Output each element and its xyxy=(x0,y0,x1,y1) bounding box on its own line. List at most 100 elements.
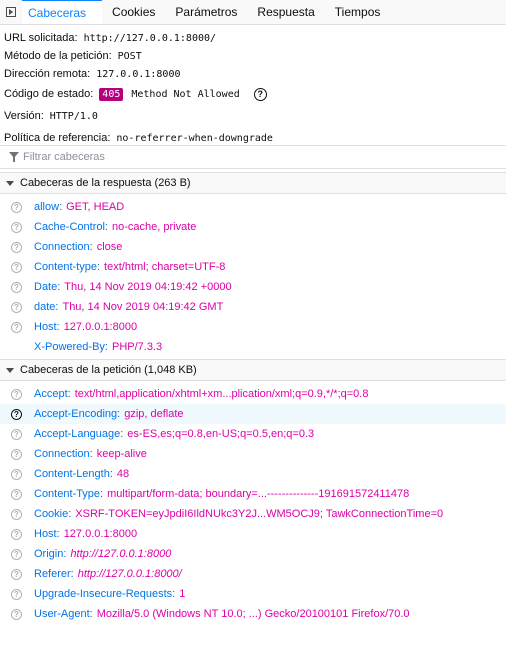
header-value[interactable]: 48 xyxy=(117,468,129,480)
header-name: Connection: xyxy=(34,241,93,253)
response-headers-toggle[interactable]: Cabeceras de la respuesta (263 B) xyxy=(0,172,506,194)
header-row[interactable]: ? Referer: http://127.0.0.1:8000/ xyxy=(0,564,506,584)
help-icon[interactable]: ? xyxy=(11,201,22,213)
header-name: Origin: xyxy=(34,548,67,560)
request-headers-title: Cabeceras de la petición (1,048 KB) xyxy=(20,364,197,376)
remote-address-value[interactable]: 127.0.0.1:8000 xyxy=(96,69,180,80)
remote-address-row: Dirección remota: 127.0.0.1:8000 xyxy=(4,65,502,83)
header-value[interactable]: 127.0.0.1:8000 xyxy=(64,321,137,333)
tab-params[interactable]: Parámetros xyxy=(165,0,247,24)
header-name: Accept-Language: xyxy=(34,428,124,440)
header-name: Cache-Control: xyxy=(34,221,108,233)
referrer-policy-value[interactable]: no-referrer-when-downgrade xyxy=(116,133,273,144)
help-icon[interactable]: ? xyxy=(11,261,22,273)
header-value[interactable]: es-ES,es;q=0.8,en-US;q=0.5,en;q=0.3 xyxy=(127,428,314,440)
help-icon[interactable]: ? xyxy=(11,608,22,620)
tab-cookies[interactable]: Cookies xyxy=(102,0,165,24)
header-name: X-Powered-By: xyxy=(34,341,108,353)
header-row[interactable]: ? Cache-Control: no-cache, private xyxy=(0,217,506,237)
help-icon[interactable]: ? xyxy=(11,241,22,253)
tab-timings[interactable]: Tiempos xyxy=(325,0,391,24)
header-row[interactable]: ? Content-Type: multipart/form-data; bound… xyxy=(0,484,506,504)
response-headers-list: ? allow: GET, HEAD? Cache-Control: no-cache,… xyxy=(0,197,506,357)
help-icon[interactable]: ? xyxy=(11,448,22,460)
help-icon[interactable]: ? xyxy=(11,221,22,233)
help-icon[interactable]: ? xyxy=(11,388,22,400)
toggle-sidebar-button[interactable] xyxy=(0,0,22,24)
header-value[interactable]: keep-alive xyxy=(97,448,147,460)
tab-headers[interactable]: Cabeceras xyxy=(22,0,103,24)
header-row[interactable]: ? Host: 127.0.0.1:8000 xyxy=(0,317,506,337)
header-row[interactable]: ? Upgrade-Insecure-Requests: 1 xyxy=(0,584,506,604)
header-value[interactable]: text/html,application/xhtml+xm...plicati… xyxy=(75,388,369,400)
header-row[interactable]: ? Cookie: XSRF-TOKEN=eyJpdiI6IldNUkc3Y2J..… xyxy=(0,504,506,524)
method-value[interactable]: POST xyxy=(118,51,142,62)
header-row[interactable]: ? date: Thu, 14 Nov 2019 04:19:42 GMT xyxy=(0,297,506,317)
header-value[interactable]: PHP/7.3.3 xyxy=(112,341,162,353)
header-value[interactable]: Thu, 14 Nov 2019 04:19:42 GMT xyxy=(62,301,223,313)
request-summary: URL solicitada: http://127.0.0.1:8000/ M… xyxy=(0,25,506,149)
header-value[interactable]: no-cache, private xyxy=(112,221,196,233)
header-row[interactable]: ? Content-Length: 48 xyxy=(0,464,506,484)
help-icon[interactable]: ? xyxy=(11,568,22,580)
header-name: Upgrade-Insecure-Requests: xyxy=(34,588,176,600)
header-name: allow: xyxy=(34,201,63,213)
header-value[interactable]: http://127.0.0.1:8000/ xyxy=(78,568,182,580)
header-value[interactable]: gzip, deflate xyxy=(124,408,183,420)
header-row[interactable]: ? Connection: keep-alive xyxy=(0,444,506,464)
filter-icon xyxy=(9,152,19,162)
header-value[interactable]: Mozilla/5.0 (Windows NT 10.0; ...) Gecko… xyxy=(97,608,410,620)
header-row[interactable]: ? User-Agent: Mozilla/5.0 (Windows NT 10.0… xyxy=(0,604,506,624)
version-value[interactable]: HTTP/1.0 xyxy=(50,111,98,122)
help-icon[interactable]: ? xyxy=(11,508,22,520)
header-row[interactable]: ? Date: Thu, 14 Nov 2019 04:19:42 +0000 xyxy=(0,277,506,297)
status-help-icon[interactable]: ? xyxy=(253,87,267,101)
help-icon[interactable]: ? xyxy=(11,428,22,440)
expand-triangle-icon xyxy=(6,180,14,186)
help-icon[interactable]: ? xyxy=(11,408,22,420)
method-label: Método de la petición: xyxy=(4,50,112,62)
help-icon[interactable]: ? xyxy=(11,528,22,540)
header-row[interactable]: ? Accept-Encoding: gzip, deflate xyxy=(0,404,506,424)
panel-toggle-icon xyxy=(6,7,16,17)
header-name: User-Agent: xyxy=(34,608,93,620)
header-value[interactable]: multipart/form-data; boundary=...-------… xyxy=(107,488,409,500)
header-row[interactable]: ?X-Powered-By:PHP/7.3.3 xyxy=(0,337,506,357)
help-icon[interactable]: ? xyxy=(11,488,22,500)
help-icon[interactable]: ? xyxy=(11,548,22,560)
help-icon[interactable]: ? xyxy=(11,281,22,293)
header-value[interactable]: text/html; charset=UTF-8 xyxy=(104,261,225,273)
header-value[interactable]: Thu, 14 Nov 2019 04:19:42 +0000 xyxy=(64,281,231,293)
header-row[interactable]: ? allow: GET, HEAD xyxy=(0,197,506,217)
header-name: Content-Length: xyxy=(34,468,113,480)
help-icon[interactable]: ? xyxy=(11,321,22,333)
status-label: Código de estado: xyxy=(4,88,94,100)
status-badge: 405 xyxy=(99,87,124,101)
help-icon[interactable]: ? xyxy=(11,301,22,313)
url-value[interactable]: http://127.0.0.1:8000/ xyxy=(84,33,216,44)
header-row[interactable]: ? Host: 127.0.0.1:8000 xyxy=(0,524,506,544)
header-value[interactable]: close xyxy=(97,241,123,253)
header-row[interactable]: ? Accept-Language: es-ES,es;q=0.8,en-US;q=… xyxy=(0,424,506,444)
filter-bar xyxy=(0,145,506,169)
header-name: Content-Type: xyxy=(34,488,104,500)
help-icon[interactable]: ? xyxy=(11,588,22,600)
header-row[interactable]: ? Accept: text/html,application/xhtml+xm..… xyxy=(0,384,506,404)
header-name: Host: xyxy=(34,528,60,540)
header-name: Cookie: xyxy=(34,508,72,520)
help-icon[interactable]: ? xyxy=(11,468,22,480)
header-value[interactable]: 127.0.0.1:8000 xyxy=(64,528,137,540)
header-value[interactable]: http://127.0.0.1:8000 xyxy=(70,548,171,560)
header-value[interactable]: XSRF-TOKEN=eyJpdiI6IldNUkc3Y2J...WM5OCJ9… xyxy=(75,508,443,520)
tab-response[interactable]: Respuesta xyxy=(247,0,324,24)
header-row[interactable]: ? Connection: close xyxy=(0,237,506,257)
header-name: Connection: xyxy=(34,448,93,460)
status-text[interactable]: Method Not Allowed xyxy=(131,89,239,100)
header-value[interactable]: 1 xyxy=(179,588,185,600)
request-headers-toggle[interactable]: Cabeceras de la petición (1,048 KB) xyxy=(0,359,506,381)
header-value[interactable]: GET, HEAD xyxy=(66,201,124,213)
filter-headers-input[interactable] xyxy=(23,151,323,163)
header-row[interactable]: ? Content-type: text/html; charset=UTF-8 xyxy=(0,257,506,277)
header-row[interactable]: ? Origin: http://127.0.0.1:8000 xyxy=(0,544,506,564)
header-name: Content-type: xyxy=(34,261,101,273)
